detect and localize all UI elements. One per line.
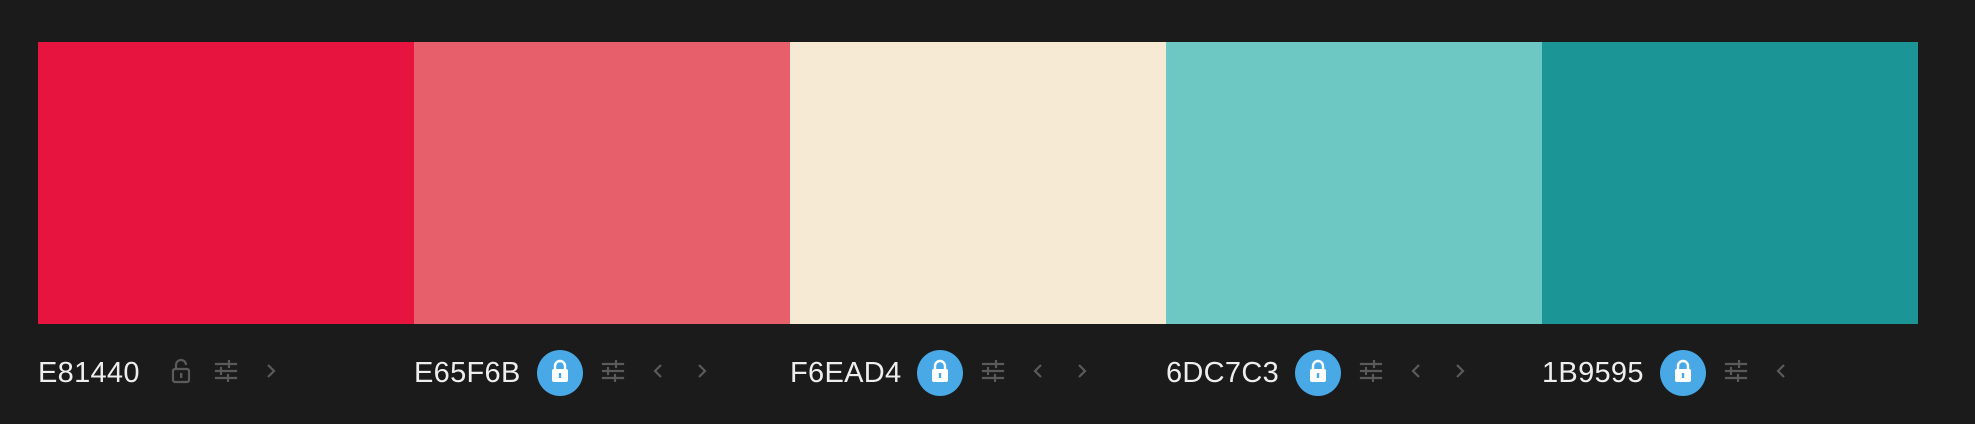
lock-toggle-button[interactable] xyxy=(166,350,196,396)
adjust-button[interactable] xyxy=(210,357,242,389)
adjust-button[interactable] xyxy=(1720,357,1752,389)
lock-toggle-button[interactable] xyxy=(1295,350,1342,396)
hex-code[interactable]: F6EAD4 xyxy=(790,358,901,388)
hex-code[interactable]: E81440 xyxy=(38,358,140,388)
lock-toggle-button[interactable] xyxy=(536,350,583,396)
chevron-right-icon xyxy=(1076,363,1088,384)
sliders-icon xyxy=(1359,359,1383,387)
sliders-icon xyxy=(601,359,625,387)
lock-icon xyxy=(1308,359,1328,388)
move-left-button[interactable] xyxy=(1766,358,1796,388)
lock-icon xyxy=(930,359,950,388)
lock-icon xyxy=(1673,359,1693,388)
color-controls-2: E65F6B xyxy=(414,348,790,398)
color-swatch-2[interactable] xyxy=(414,42,790,324)
hex-code[interactable]: 1B9595 xyxy=(1542,358,1644,388)
lock-icon xyxy=(550,359,570,388)
color-controls-3: F6EAD4 xyxy=(790,348,1166,398)
chevron-left-icon xyxy=(1410,363,1422,384)
hex-code[interactable]: 6DC7C3 xyxy=(1166,358,1279,388)
color-swatch-4[interactable] xyxy=(1166,42,1542,324)
sliders-icon xyxy=(1724,359,1748,387)
chevron-left-icon xyxy=(652,363,664,384)
chevron-left-icon xyxy=(1032,363,1044,384)
move-left-button[interactable] xyxy=(1023,358,1053,388)
adjust-button[interactable] xyxy=(977,357,1009,389)
color-controls-5: 1B9595 xyxy=(1542,348,1918,398)
chevron-right-icon xyxy=(1454,363,1466,384)
lock-toggle-button[interactable] xyxy=(917,350,964,396)
move-right-button[interactable] xyxy=(1067,358,1097,388)
color-swatch-3[interactable] xyxy=(790,42,1166,324)
move-left-button[interactable] xyxy=(1401,358,1431,388)
chevron-right-icon xyxy=(696,363,708,384)
color-swatch-5[interactable] xyxy=(1542,42,1918,324)
move-right-button[interactable] xyxy=(687,358,717,388)
sliders-icon xyxy=(214,359,238,387)
color-palette xyxy=(38,42,1918,324)
chevron-left-icon xyxy=(1775,363,1787,384)
color-controls-1: E81440 xyxy=(38,348,414,398)
lock-toggle-button[interactable] xyxy=(1659,350,1706,396)
move-left-button[interactable] xyxy=(643,358,673,388)
hex-code[interactable]: E65F6B xyxy=(414,358,521,388)
unlock-icon xyxy=(171,358,191,389)
adjust-button[interactable] xyxy=(1355,357,1387,389)
palette-controls: E81440 E65F6B F6EAD4 6DC7C3 1B9595 xyxy=(38,348,1918,398)
color-controls-4: 6DC7C3 xyxy=(1166,348,1542,398)
adjust-button[interactable] xyxy=(597,357,629,389)
move-right-button[interactable] xyxy=(256,358,286,388)
sliders-icon xyxy=(981,359,1005,387)
move-right-button[interactable] xyxy=(1445,358,1475,388)
chevron-right-icon xyxy=(265,363,277,384)
color-swatch-1[interactable] xyxy=(38,42,414,324)
